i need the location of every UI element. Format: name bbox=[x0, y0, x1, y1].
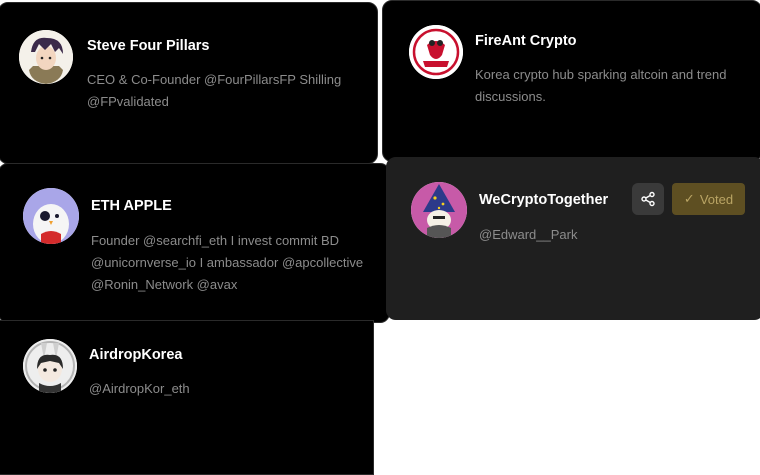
share-button[interactable] bbox=[632, 183, 664, 215]
penguin-avatar bbox=[23, 188, 79, 244]
share-icon bbox=[641, 191, 655, 207]
profile-name: ETH APPLE bbox=[91, 198, 172, 214]
voted-button[interactable]: ✓ Voted bbox=[672, 183, 745, 215]
profile-description: Founder @searchfi_eth I invest commit BD… bbox=[91, 233, 364, 292]
profile-card-eth-apple[interactable]: ETH APPLE Founder @searchfi_eth I invest… bbox=[0, 163, 390, 323]
profile-description: CEO & Co-Founder @FourPillarsFP Shilling… bbox=[87, 72, 342, 109]
profile-name: FireAnt Crypto bbox=[475, 33, 577, 49]
profile-card-wecryptotogether[interactable]: WeCryptoTogether @Edward__Park ✓ Voted bbox=[386, 157, 760, 320]
check-icon: ✓ bbox=[683, 191, 695, 206]
anime-character-avatar bbox=[19, 30, 73, 84]
profile-description: Korea crypto hub sparking altcoin and tr… bbox=[475, 67, 727, 104]
profile-card-steve-four-pillars[interactable]: Steve Four Pillars CEO & Co-Founder @Fou… bbox=[0, 2, 378, 164]
profile-card-fireant-crypto[interactable]: FireAnt Crypto Korea crypto hub sparking… bbox=[382, 0, 760, 162]
profile-name: WeCryptoTogether bbox=[479, 192, 609, 208]
fire-ant-logo-avatar bbox=[409, 25, 463, 79]
profile-card-airdropkorea[interactable]: AirdropKorea @AirdropKor_eth bbox=[0, 320, 374, 475]
profile-handle: @Edward__Park bbox=[479, 227, 578, 242]
wizard-avatar bbox=[411, 182, 467, 238]
bunny-girl-avatar bbox=[23, 339, 77, 393]
profile-handle: @AirdropKor_eth bbox=[89, 381, 190, 396]
profile-name: Steve Four Pillars bbox=[87, 38, 210, 54]
profile-name: AirdropKorea bbox=[89, 347, 183, 363]
voted-label: Voted bbox=[699, 191, 734, 207]
